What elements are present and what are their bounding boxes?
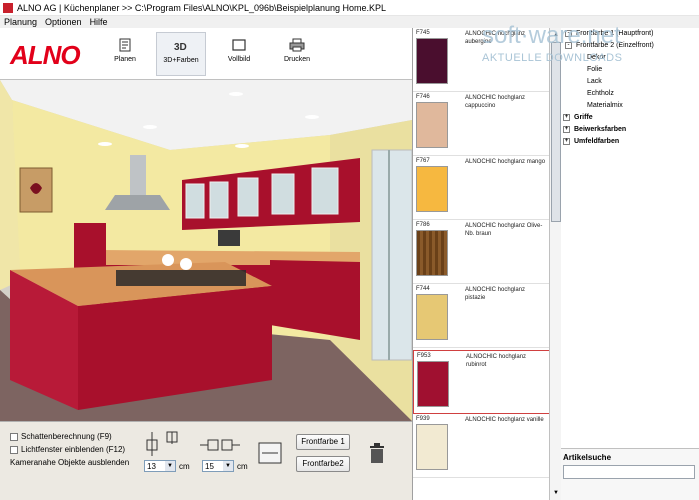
dimension-icon[interactable] <box>258 442 282 464</box>
fullscreen-icon <box>232 39 246 51</box>
width-value: 15 <box>205 461 214 471</box>
width-select[interactable]: 15 ▼ <box>202 460 234 472</box>
watermark-subtitle: AKTUELLE DOWNLOADS <box>482 52 623 64</box>
swatch-name: ALNOCHIC hochglanz pistazie <box>465 287 526 301</box>
frontfarbe2-button[interactable]: Frontfarbe2 <box>296 456 350 472</box>
expand-icon[interactable]: + <box>563 138 570 145</box>
swatch-color <box>416 166 448 212</box>
scroll-down-icon[interactable]: ▼ <box>551 487 561 499</box>
swatch-code: F786 <box>416 222 430 228</box>
lightwindow-option[interactable]: Lichtfenster einblenden (F12) <box>10 445 125 454</box>
tree-item-lack[interactable]: Lack <box>587 78 602 85</box>
swatch-color <box>416 38 448 84</box>
search-label: Artikelsuche <box>563 453 612 462</box>
scroll-thumb[interactable] <box>551 42 561 222</box>
chevron-down-icon: ▼ <box>165 461 175 471</box>
swatch-code: F939 <box>416 416 430 422</box>
article-search: Artikelsuche <box>561 448 699 500</box>
alno-logo: ALNO <box>10 40 81 70</box>
planen-button[interactable]: Planen <box>100 32 150 76</box>
swatch-name: ALNOCHIC hochglanz vanille <box>465 417 544 423</box>
3d-farben-label: 3D+Farben <box>163 57 199 64</box>
category-tree: - Frontfarbe 1 (Hauptfront) - Frontfarbe… <box>561 28 699 448</box>
tree-label: Lack <box>587 78 602 85</box>
menu-optionen[interactable]: Optionen <box>41 17 86 27</box>
tree-label: Materialmix <box>587 102 623 109</box>
swatch-item-selected[interactable]: F953 ALNOCHIC hochglanz rubinrot <box>413 350 549 414</box>
tree-item-folie[interactable]: Folie <box>587 66 602 73</box>
toolbar: ALNO Planen 3D 3D+Farben Vollbild Drucke… <box>0 28 412 80</box>
title-bar: ALNO AG | Küchenplaner >> C:\Program Fil… <box>0 0 699 16</box>
tree-label: Beiwerksfarben <box>574 126 627 133</box>
3d-kitchen-view[interactable] <box>0 80 412 421</box>
lightwindow-checkbox[interactable] <box>10 445 18 454</box>
swatch-code: F744 <box>416 286 430 292</box>
expand-icon[interactable]: + <box>563 126 570 133</box>
menu-planung[interactable]: Planung <box>0 17 41 27</box>
tree-item-echtholz[interactable]: Echtholz <box>587 90 614 97</box>
tree-label: Umfeldfarben <box>574 138 620 145</box>
options-panel: Schattenberechnung (F9) Lichtfenster ein… <box>0 421 412 500</box>
width-adjust-icon <box>200 439 240 451</box>
vollbild-label: Vollbild <box>227 56 251 63</box>
width-unit: cm <box>237 462 248 471</box>
3d-farben-button[interactable]: 3D 3D+Farben <box>156 32 206 76</box>
swatch-item[interactable]: F744 ALNOCHIC hochglanz pistazie <box>413 284 549 348</box>
hide-nearby-label: Kameranahe Objekte ausblenden <box>10 458 130 467</box>
swatch-color <box>416 424 448 470</box>
tree-label: Griffe <box>574 114 593 121</box>
swatch-color <box>417 361 449 407</box>
swatch-item[interactable]: F939 ALNOCHIC hochglanz vanille <box>413 414 549 478</box>
swatch-name: ALNOCHIC hochglanz Olive-Nb. braun <box>465 223 543 237</box>
tree-item-umfeldfarben[interactable]: + Umfeldfarben <box>563 138 619 145</box>
swatch-code: F953 <box>417 353 431 359</box>
frontfarbe1-button[interactable]: Frontfarbe 1 <box>296 434 350 450</box>
swatch-color <box>416 102 448 148</box>
svg-text:3D: 3D <box>174 42 187 53</box>
tree-item-beiwerksfarben[interactable]: + Beiwerksfarben <box>563 126 626 133</box>
plan-icon <box>119 38 131 52</box>
expand-icon[interactable]: + <box>563 114 570 121</box>
swatch-item[interactable]: F767 ALNOCHIC hochglanz mango <box>413 156 549 220</box>
printer-icon <box>289 38 305 52</box>
watermark-logo: soft·ware.net <box>482 22 621 49</box>
tree-item-griffe[interactable]: + Griffe <box>563 114 593 121</box>
3d-icon: 3D <box>174 42 187 53</box>
swatch-code: F745 <box>416 30 430 36</box>
search-input[interactable] <box>563 465 695 479</box>
vollbild-button[interactable]: Vollbild <box>214 32 264 76</box>
palette-scrollbar[interactable]: ▲ ▼ <box>549 28 561 500</box>
hide-nearby-option[interactable]: Kameranahe Objekte ausblenden <box>10 458 129 467</box>
shadow-label: Schattenberechnung (F9) <box>21 432 112 441</box>
shadow-checkbox[interactable] <box>10 432 18 441</box>
drucken-button[interactable]: Drucken <box>272 32 322 76</box>
swatch-code: F746 <box>416 94 430 100</box>
height-value: 13 <box>147 461 156 471</box>
color-palette: F745 ALNOCHIC hochglanz aubergine F746 A… <box>412 28 549 500</box>
swatch-item[interactable]: F786 ALNOCHIC hochglanz Olive-Nb. braun <box>413 220 549 284</box>
height-select[interactable]: 13 ▼ <box>144 460 176 472</box>
swatch-color <box>416 294 448 340</box>
drucken-label: Drucken <box>283 56 311 63</box>
tree-label: Folie <box>587 66 603 73</box>
planen-label: Planen <box>114 56 136 63</box>
lightwindow-label: Lichtfenster einblenden (F12) <box>21 445 126 454</box>
app-icon <box>3 2 13 13</box>
swatch-color <box>416 230 448 276</box>
kitchen-render <box>0 80 412 421</box>
swatch-item[interactable]: F746 ALNOCHIC hochglanz cappuccino <box>413 92 549 156</box>
height-adjust-icon <box>146 431 178 456</box>
height-unit: cm <box>179 462 190 471</box>
shadow-option[interactable]: Schattenberechnung (F9) <box>10 432 112 441</box>
chevron-down-icon: ▼ <box>223 461 233 471</box>
swatch-name: ALNOCHIC hochglanz mango <box>465 159 546 165</box>
tree-item-materialmix[interactable]: Materialmix <box>587 102 623 109</box>
tree-label: Echtholz <box>587 90 614 97</box>
swatch-name: ALNOCHIC hochglanz cappuccino <box>465 95 526 109</box>
menu-hilfe[interactable]: Hilfe <box>86 17 112 27</box>
swatch-name: ALNOCHIC hochglanz rubinrot <box>466 354 527 368</box>
window-title: ALNO AG | Küchenplaner >> C:\Program Fil… <box>17 2 387 13</box>
trash-icon[interactable] <box>368 442 386 464</box>
swatch-code: F767 <box>416 158 430 164</box>
